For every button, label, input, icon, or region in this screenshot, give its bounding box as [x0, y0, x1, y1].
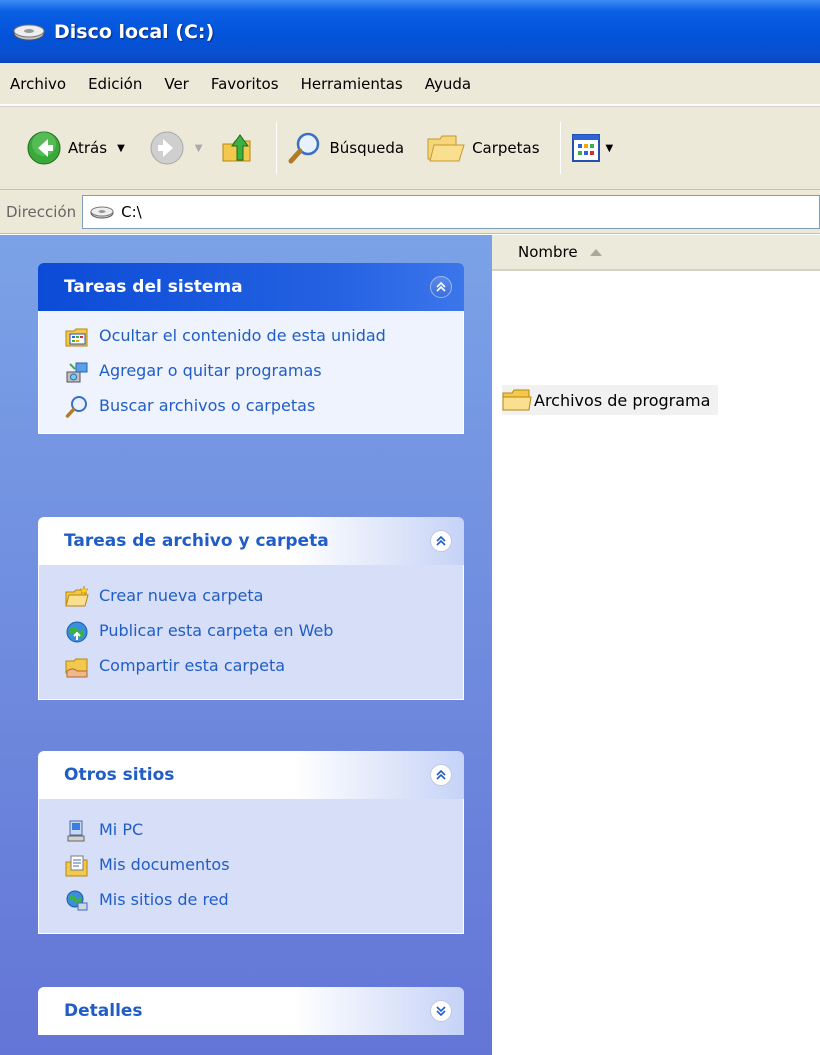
sort-ascending-icon	[589, 248, 602, 256]
task-label: Mis sitios de red	[99, 890, 229, 909]
menu-ver[interactable]: Ver	[164, 75, 189, 93]
task-label: Buscar archivos o carpetas	[99, 396, 316, 415]
file-folder-tasks-group: Tareas de archivo y carpeta Crear nueva …	[38, 517, 464, 700]
collapse-icon[interactable]	[430, 764, 452, 786]
address-label: Dirección	[6, 202, 77, 221]
task-label: Mis documentos	[99, 855, 230, 874]
publish-folder-web-link[interactable]: Publicar esta carpeta en Web	[65, 620, 463, 644]
task-pane: Tareas del sistema Ocultar el contenido …	[0, 235, 492, 1055]
search-label: Búsqueda	[329, 139, 405, 157]
toolbar: Atrás ▼ ▼ Búsqueda Carpetas ▼	[0, 106, 820, 190]
system-tasks-header[interactable]: Tareas del sistema	[38, 263, 464, 311]
folder-icon	[502, 389, 532, 411]
toolbar-separator	[276, 122, 278, 174]
back-button[interactable]: Atrás ▼	[26, 130, 125, 166]
task-label: Mi PC	[99, 820, 144, 839]
hide-contents-icon	[65, 328, 88, 347]
menu-edicion[interactable]: Edición	[88, 75, 142, 93]
task-label: Agregar o quitar programas	[99, 361, 322, 380]
search-icon	[288, 132, 320, 164]
folders-icon	[427, 135, 465, 162]
back-dropdown-icon[interactable]: ▼	[117, 143, 125, 154]
my-computer-icon	[67, 820, 85, 842]
details-group: Detalles	[38, 987, 464, 1035]
other-places-header[interactable]: Otros sitios	[38, 751, 464, 799]
share-folder-link[interactable]: Compartir esta carpeta	[65, 655, 463, 679]
collapse-icon[interactable]	[430, 276, 452, 298]
network-places-icon	[66, 890, 88, 911]
publish-web-icon	[66, 621, 88, 643]
views-icon	[571, 134, 600, 162]
address-value: C:\	[121, 202, 142, 221]
menu-herramientas[interactable]: Herramientas	[301, 75, 403, 93]
title-bar[interactable]: Disco local (C:)	[0, 0, 820, 63]
back-arrow-icon	[27, 131, 61, 165]
task-label: Compartir esta carpeta	[99, 656, 286, 675]
file-folder-tasks-body: Crear nueva carpeta Publicar esta carpet…	[38, 565, 464, 700]
file-item-archivos-de-programa[interactable]: Archivos de programa	[502, 385, 719, 415]
menu-ayuda[interactable]: Ayuda	[425, 75, 471, 93]
menu-favoritos[interactable]: Favoritos	[211, 75, 279, 93]
back-label: Atrás	[68, 139, 108, 157]
folders-label: Carpetas	[472, 139, 540, 157]
hide-drive-contents-link[interactable]: Ocultar el contenido de esta unidad	[65, 325, 463, 349]
task-label: Ocultar el contenido de esta unidad	[99, 326, 386, 345]
system-tasks-title: Tareas del sistema	[64, 277, 243, 297]
file-label: Archivos de programa	[534, 390, 711, 410]
address-field[interactable]: C:\	[82, 194, 820, 229]
other-places-body: Mi PC Mis documentos Mis sitios de red	[38, 799, 464, 934]
search-files-link[interactable]: Buscar archivos o carpetas	[65, 395, 463, 419]
system-tasks-group: Tareas del sistema Ocultar el contenido …	[38, 263, 464, 434]
drive-icon	[13, 24, 45, 40]
up-folder-button[interactable]	[220, 130, 256, 166]
forward-button[interactable]: ▼	[149, 130, 203, 166]
new-folder-link[interactable]: Crear nueva carpeta	[65, 585, 463, 609]
new-folder-icon	[65, 585, 89, 607]
file-list: Nombre Archivos de programa	[492, 235, 820, 1055]
share-folder-icon	[65, 658, 88, 678]
menu-bar: Archivo Edición Ver Favoritos Herramient…	[0, 63, 820, 105]
other-places-group: Otros sitios Mi PC Mis documentos Mis si…	[38, 751, 464, 934]
collapse-icon[interactable]	[430, 530, 452, 552]
add-remove-programs-icon	[66, 362, 88, 383]
forward-arrow-icon	[150, 131, 184, 165]
drive-icon	[90, 206, 114, 218]
views-button[interactable]: ▼	[571, 132, 614, 164]
menu-archivo[interactable]: Archivo	[10, 75, 66, 93]
details-header[interactable]: Detalles	[38, 987, 464, 1035]
search-icon	[65, 396, 87, 418]
file-folder-tasks-header[interactable]: Tareas de archivo y carpeta	[38, 517, 464, 565]
forward-dropdown-icon: ▼	[194, 142, 203, 154]
file-folder-tasks-title: Tareas de archivo y carpeta	[64, 531, 329, 551]
task-label: Publicar esta carpeta en Web	[99, 621, 334, 640]
name-column-header[interactable]: Nombre	[492, 235, 820, 271]
address-bar: Dirección C:\	[0, 190, 820, 234]
views-dropdown-icon[interactable]: ▼	[606, 143, 614, 154]
window-title: Disco local (C:)	[54, 20, 215, 43]
expand-icon[interactable]	[430, 1000, 452, 1022]
folders-button[interactable]: Carpetas	[426, 131, 540, 165]
search-button[interactable]: Búsqueda	[287, 130, 404, 166]
my-documents-link[interactable]: Mis documentos	[65, 854, 463, 878]
toolbar-separator	[559, 122, 561, 174]
up-folder-icon	[222, 134, 251, 162]
my-computer-link[interactable]: Mi PC	[65, 819, 463, 843]
task-label: Crear nueva carpeta	[99, 586, 264, 605]
details-title: Detalles	[64, 1001, 143, 1021]
column-label: Nombre	[518, 243, 578, 261]
other-places-title: Otros sitios	[64, 765, 175, 785]
my-network-places-link[interactable]: Mis sitios de red	[65, 889, 463, 913]
my-documents-icon	[65, 855, 88, 877]
add-remove-programs-link[interactable]: Agregar o quitar programas	[65, 360, 463, 384]
system-tasks-body: Ocultar el contenido de esta unidad Agre…	[38, 311, 464, 434]
